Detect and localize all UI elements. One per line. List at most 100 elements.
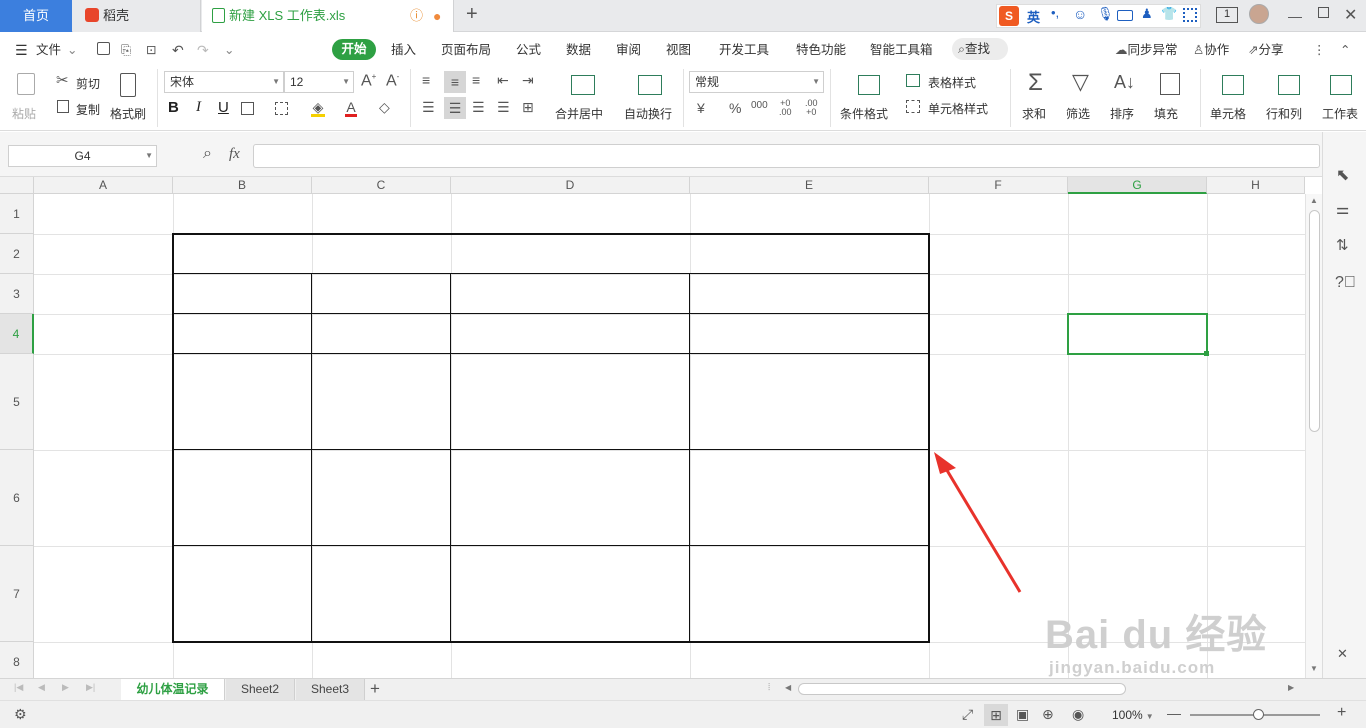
row-header-3[interactable]: 3 — [0, 274, 34, 314]
sheet-nav-last-icon[interactable]: ▶| — [86, 683, 95, 692]
ime-mode[interactable]: 英 — [1027, 7, 1040, 26]
align-top-icon[interactable]: ≡ — [422, 73, 430, 87]
tab-review[interactable]: 审阅 — [616, 40, 641, 60]
horizontal-scrollbar[interactable]: ◀ ▶ — [782, 682, 1302, 697]
cut-button[interactable]: ✂ 剪切 — [56, 73, 106, 91]
indent-increase-icon[interactable]: ⇥ — [522, 73, 534, 87]
underline-icon[interactable]: U — [218, 100, 229, 115]
column-header-a[interactable]: A — [34, 177, 173, 194]
minimize-icon[interactable]: — — [1288, 8, 1302, 24]
quick-access-dropdown-icon[interactable]: ⌄ — [224, 40, 234, 60]
formula-input[interactable] — [253, 144, 1320, 168]
column-header-c[interactable]: C — [312, 177, 451, 194]
mic-icon[interactable]: 🎙 — [1097, 6, 1114, 22]
zoom-icon[interactable]: ⌕ — [203, 146, 212, 162]
search-box[interactable]: ⌕查找 — [952, 38, 1008, 60]
column-header-g[interactable]: G — [1068, 177, 1207, 194]
sheet-tab-3[interactable]: Sheet3 — [296, 679, 365, 701]
zoom-level[interactable]: 100% ▼ — [1112, 708, 1154, 722]
row-header-6[interactable]: 6 — [0, 450, 34, 546]
emoji-icon[interactable]: ☺ — [1073, 6, 1087, 22]
column-header-h[interactable]: H — [1207, 177, 1305, 194]
undo-icon[interactable]: ↶ — [172, 40, 184, 60]
thousands-icon[interactable]: 000 — [751, 101, 768, 111]
cell-style-button[interactable]: 单元格样式 — [906, 99, 1006, 117]
scroll-up-icon[interactable]: ▲ — [1310, 196, 1318, 205]
table-style-button[interactable]: 表格样式 — [906, 73, 996, 91]
conditional-format-button[interactable]: 条件格式 — [838, 69, 900, 127]
keyboard-icon[interactable] — [1117, 10, 1133, 21]
sheet-nav-first-icon[interactable]: |◀ — [14, 683, 23, 692]
select-all-corner[interactable] — [0, 177, 34, 194]
close-icon[interactable]: ✕ — [1344, 5, 1357, 25]
vertical-scrollbar[interactable]: ▲ ▼ — [1305, 194, 1322, 678]
eye-protect-icon[interactable]: ◉ — [1072, 707, 1084, 721]
zoom-slider-handle[interactable] — [1253, 709, 1264, 720]
bold-icon[interactable]: B — [168, 100, 179, 115]
paste-button[interactable]: 粘贴 — [10, 69, 44, 127]
tab-smart-tools[interactable]: 智能工具箱 — [870, 40, 933, 60]
border-icon[interactable] — [241, 102, 254, 115]
redo-icon[interactable]: ↷ — [197, 40, 209, 60]
align-right-icon[interactable]: ☰ — [472, 100, 485, 114]
close-panel-icon[interactable]: ✕ — [1337, 647, 1348, 660]
copy-button[interactable]: 复制 — [56, 99, 106, 117]
increase-font-icon[interactable]: A+ — [361, 73, 376, 89]
tab-docer[interactable]: 稻壳 — [73, 0, 201, 32]
increase-decimal-icon[interactable]: +0.00 — [779, 99, 792, 117]
tab-data[interactable]: 数据 — [566, 40, 591, 60]
column-header-b[interactable]: B — [173, 177, 312, 194]
column-header-d[interactable]: D — [451, 177, 690, 194]
italic-icon[interactable]: I — [196, 100, 201, 115]
tab-insert[interactable]: 插入 — [391, 40, 416, 60]
percent-icon[interactable]: % — [729, 101, 741, 115]
avatar[interactable] — [1249, 4, 1269, 24]
new-tab-button[interactable]: + — [466, 3, 478, 26]
shirt-icon[interactable]: 👕 — [1161, 6, 1177, 22]
tab-formula[interactable]: 公式 — [516, 40, 541, 60]
save-icon[interactable] — [97, 42, 110, 55]
indent-decrease-icon[interactable]: ⇤ — [497, 73, 509, 87]
spreadsheet-grid[interactable]: A B C D E F G H 1 2 3 4 5 6 7 8 Bai du 经… — [0, 177, 1322, 678]
page-layout-view-icon[interactable]: ▣ — [1016, 707, 1029, 721]
tab-special[interactable]: 特色功能 — [796, 40, 846, 60]
row-header-5[interactable]: 5 — [0, 354, 34, 450]
macro-icon[interactable]: ⚙ — [14, 707, 27, 721]
print-preview-icon[interactable]: ⊡ — [146, 40, 156, 60]
scroll-down-icon[interactable]: ▼ — [1310, 664, 1318, 673]
fill-button[interactable]: 填充 — [1152, 69, 1192, 127]
sort-button[interactable]: A↓ 排序 — [1108, 69, 1148, 127]
row-header-2[interactable]: 2 — [0, 234, 34, 274]
normal-view-icon[interactable]: ⊞ — [984, 704, 1008, 726]
sync-status[interactable]: ☁同步异常 — [1115, 40, 1178, 60]
row-col-button[interactable]: 行和列 — [1264, 69, 1316, 127]
currency-icon[interactable]: ¥ — [697, 101, 705, 115]
warning-icon[interactable]: ⓘ — [410, 0, 423, 32]
filter-button[interactable]: ▽ 筛选 — [1064, 69, 1104, 127]
align-middle-icon[interactable]: ≡ — [444, 71, 466, 93]
scroll-left-icon[interactable]: ◀ — [785, 683, 791, 692]
tab-home[interactable]: 首页 — [0, 0, 72, 32]
collaborate-button[interactable]: ♙协作 — [1193, 40, 1229, 60]
eraser-icon[interactable]: ◇ — [379, 100, 390, 114]
sum-button[interactable]: Σ 求和 — [1020, 69, 1060, 127]
sheet-nav-next-icon[interactable]: ▶ — [62, 683, 69, 692]
punct-icon[interactable]: •, — [1051, 5, 1059, 20]
column-header-e[interactable]: E — [690, 177, 929, 194]
user-icon[interactable]: ♟ — [1141, 6, 1153, 22]
column-header-f[interactable]: F — [929, 177, 1068, 194]
help-icon[interactable]: ?⃝ — [1335, 275, 1356, 291]
more-icon[interactable]: ⋮ — [1313, 40, 1326, 60]
zoom-slider[interactable] — [1190, 709, 1320, 720]
export-icon[interactable]: ⎘ — [121, 40, 131, 60]
fullscreen-icon[interactable]: ⤢ — [962, 707, 973, 721]
fill-handle[interactable] — [1204, 351, 1209, 356]
add-sheet-icon[interactable]: + — [370, 680, 380, 697]
format-painter-button[interactable]: 格式刷 — [110, 69, 150, 127]
decrease-decimal-icon[interactable]: .00 +0 — [805, 99, 818, 117]
name-box[interactable]: G4 ▼ — [8, 145, 157, 167]
page-break-view-icon[interactable]: ⊕ — [1042, 707, 1054, 721]
decrease-font-icon[interactable]: A- — [386, 73, 399, 89]
file-menu[interactable]: 文件 — [36, 40, 61, 60]
sliders-icon[interactable]: ⚌ — [1336, 202, 1349, 217]
